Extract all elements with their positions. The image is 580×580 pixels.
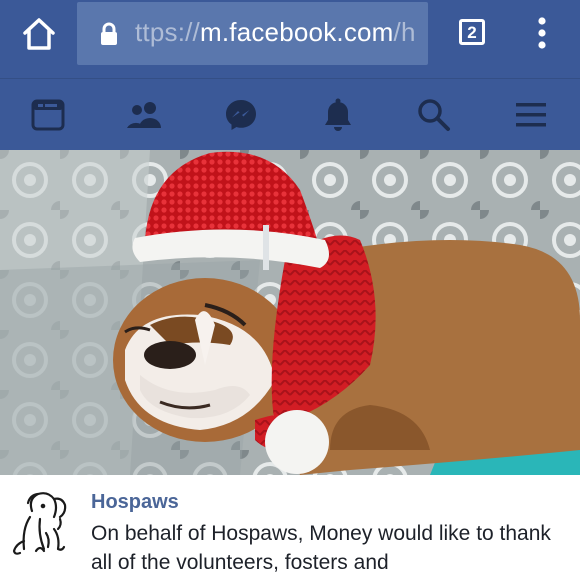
url-scheme: ttps:// bbox=[135, 17, 200, 47]
nav-menu[interactable] bbox=[483, 79, 579, 151]
browser-toolbar: ttps://m.facebook.com/h 2 bbox=[0, 0, 580, 78]
hamburger-icon bbox=[516, 103, 546, 127]
messenger-icon bbox=[226, 100, 256, 130]
nav-messenger[interactable] bbox=[193, 79, 289, 151]
post-author-link[interactable]: Hospaws bbox=[91, 491, 179, 514]
nav-search[interactable] bbox=[386, 79, 482, 151]
bell-icon bbox=[325, 98, 351, 131]
lock-icon bbox=[99, 22, 119, 46]
news-feed-icon bbox=[31, 99, 65, 131]
url-host: m.facebook.com bbox=[199, 17, 394, 47]
nav-notifications[interactable] bbox=[290, 79, 386, 151]
search-icon bbox=[418, 99, 450, 131]
more-vert-icon[interactable] bbox=[532, 16, 552, 50]
nav-friends[interactable] bbox=[96, 79, 192, 151]
post-card: Hospaws On behalf of Hospaws, Money woul… bbox=[0, 475, 580, 580]
url-path: /h bbox=[393, 17, 416, 47]
post-photo[interactable] bbox=[0, 150, 580, 475]
url-text: ttps://m.facebook.com/h bbox=[135, 17, 416, 48]
friends-icon bbox=[127, 102, 161, 128]
tab-switcher-button[interactable]: 2 bbox=[459, 19, 485, 45]
page-avatar[interactable] bbox=[10, 489, 70, 559]
home-icon[interactable] bbox=[20, 15, 58, 53]
dog-cat-logo-icon bbox=[12, 492, 67, 555]
address-bar[interactable]: ttps://m.facebook.com/h bbox=[77, 2, 428, 65]
nav-news-feed[interactable] bbox=[0, 79, 96, 151]
facebook-nav-bar bbox=[0, 78, 580, 150]
post-body-text: On behalf of Hospaws, Money would like t… bbox=[91, 522, 551, 574]
